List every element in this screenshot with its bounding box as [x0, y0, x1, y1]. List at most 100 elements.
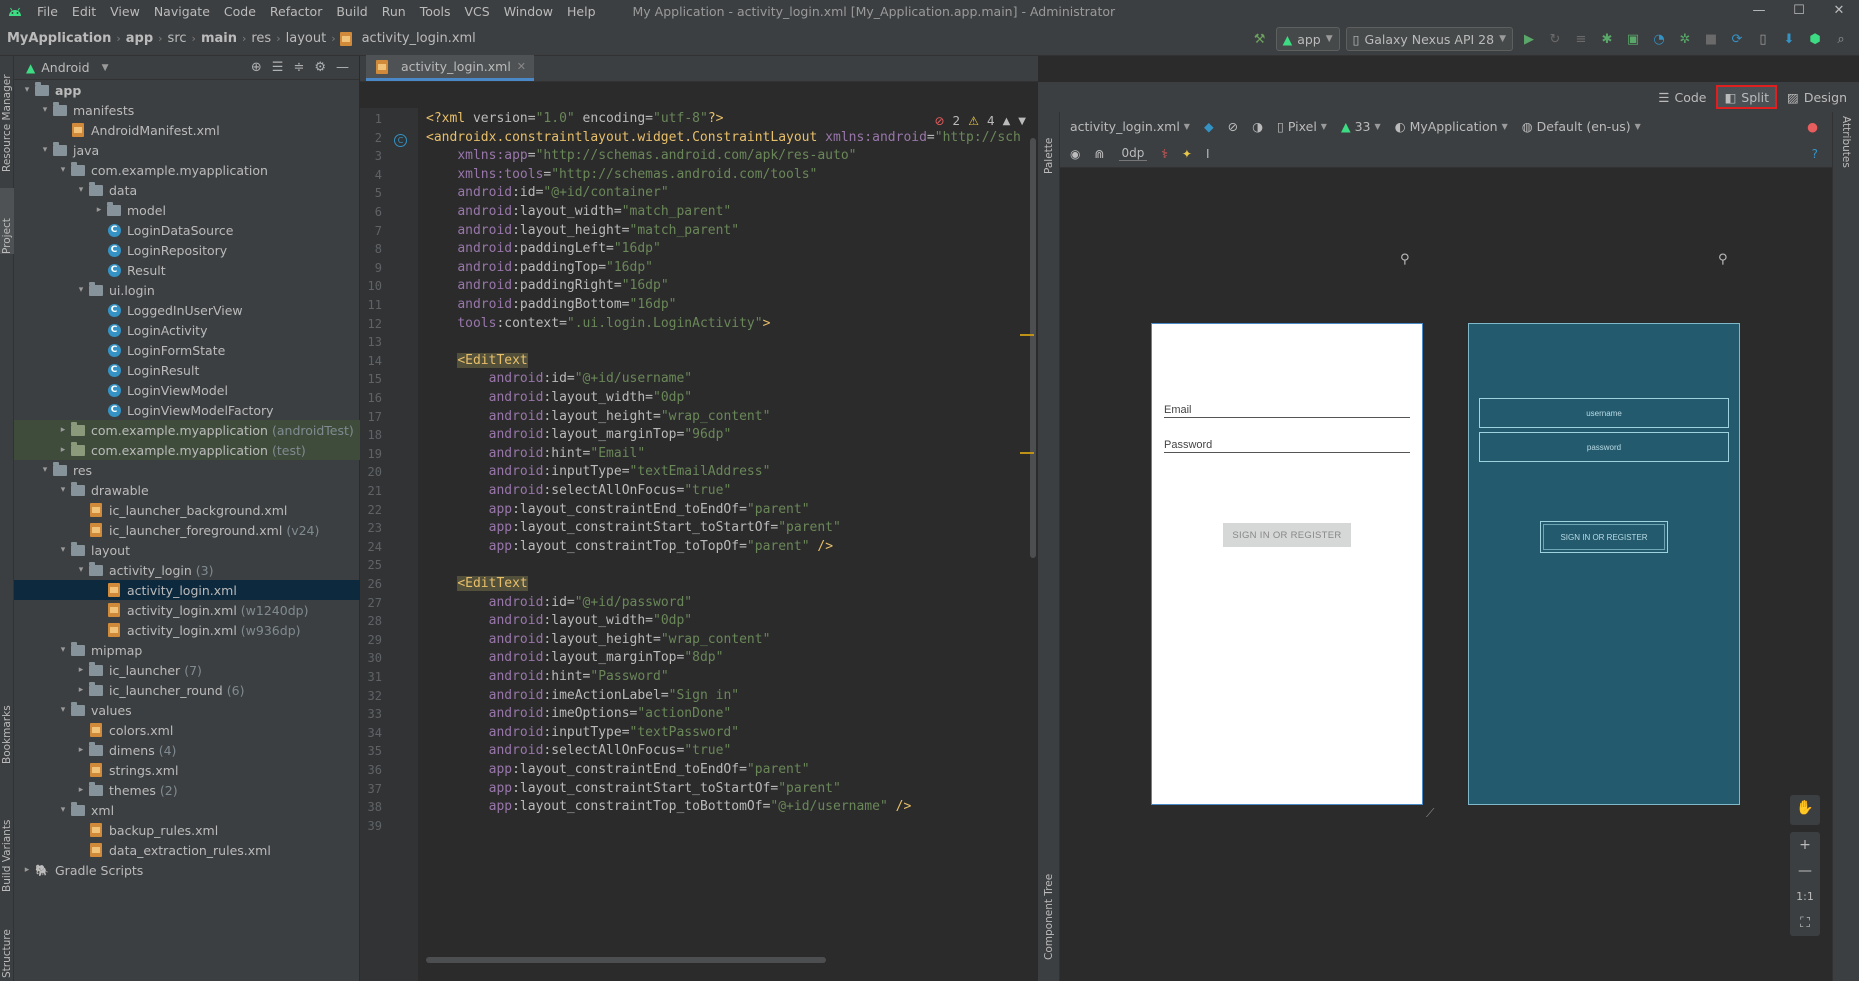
blueprint-username-field[interactable]: username	[1479, 398, 1729, 428]
tree-row[interactable]: ▾ layout	[14, 540, 360, 560]
pin-icon[interactable]: ⚲	[1718, 252, 1728, 267]
design-preview[interactable]: Email Password SIGN IN OR REGISTER	[1151, 323, 1423, 805]
tree-row[interactable]: data_extraction_rules.xml	[14, 840, 360, 860]
run-icon[interactable]: ▶	[1519, 29, 1539, 49]
email-field[interactable]: Email	[1164, 404, 1410, 418]
tree-row[interactable]: C LoginViewModel	[14, 380, 360, 400]
sync-gradle-icon[interactable]: ⟳	[1727, 29, 1747, 49]
zoom-in-button[interactable]: +	[1799, 832, 1811, 858]
chevron-right-icon[interactable]: ▸	[56, 425, 70, 435]
palette-tab[interactable]: Palette	[1042, 118, 1056, 174]
tree-row[interactable]: ▾ mipmap	[14, 640, 360, 660]
tree-row[interactable]: colors.xml	[14, 720, 360, 740]
menu-help[interactable]: Help	[560, 4, 603, 19]
menu-refactor[interactable]: Refactor	[263, 4, 329, 19]
eye-icon[interactable]: ◉	[1070, 147, 1080, 161]
warning-marker[interactable]	[1020, 334, 1034, 336]
tree-row[interactable]: C LoginResult	[14, 360, 360, 380]
chevron-up-icon[interactable]: ▲	[1003, 116, 1011, 127]
breadcrumb-module[interactable]: app	[123, 31, 156, 46]
horizontal-scrollbar[interactable]	[426, 957, 826, 963]
magnet-icon[interactable]: ⋒	[1094, 147, 1104, 161]
breadcrumb-src[interactable]: src	[165, 31, 190, 46]
breadcrumb-res[interactable]: res	[248, 31, 274, 46]
sdk-manager-icon[interactable]: ⬇	[1779, 29, 1799, 49]
resource-manager-tab[interactable]: Resource Manager	[0, 60, 14, 172]
sdk-icon[interactable]: ⬢	[1805, 29, 1825, 49]
tree-row[interactable]: C LoginFormState	[14, 340, 360, 360]
chevron-right-icon[interactable]: ▸	[92, 205, 106, 215]
menu-window[interactable]: Window	[497, 4, 560, 19]
chevron-right-icon[interactable]: ▸	[56, 445, 70, 455]
scrollbar-thumb[interactable]	[1030, 138, 1036, 558]
pin-icon[interactable]: ⚲	[1400, 252, 1410, 267]
tree-row[interactable]: ▾ drawable	[14, 480, 360, 500]
expand-all-icon[interactable]: ☰	[272, 60, 284, 75]
tree-row[interactable]: ▾ activity_login (3)	[14, 560, 360, 580]
run-config-select[interactable]: ▲ app ▼	[1275, 27, 1340, 51]
tree-row[interactable]: ▸ 🐘 Gradle Scripts	[14, 860, 360, 880]
attach-debugger-icon[interactable]: ✲	[1675, 29, 1695, 49]
tree-row[interactable]: ▾ java	[14, 140, 360, 160]
chevron-right-icon[interactable]: ▸	[74, 685, 88, 695]
orientation-icon[interactable]: ⊘	[1228, 119, 1238, 134]
stop-icon[interactable]: ■	[1701, 29, 1721, 49]
api-level-select[interactable]: ▲ 33 ▼	[1341, 119, 1381, 134]
locale-select[interactable]: ◍ Default (en-us) ▼	[1522, 119, 1641, 134]
close-window-button[interactable]: ✕	[1819, 0, 1859, 22]
tree-row[interactable]: ▾ ui.login	[14, 280, 360, 300]
default-margin-field[interactable]: 0dp	[1118, 146, 1148, 161]
code-view-button[interactable]: ☰ Code	[1652, 85, 1712, 109]
chevron-down-icon[interactable]: ▾	[38, 465, 52, 475]
error-icon[interactable]: ●	[1807, 119, 1818, 134]
chevron-down-icon[interactable]: ▾	[74, 565, 88, 575]
tree-row[interactable]: ic_launcher_foreground.xml (v24)	[14, 520, 360, 540]
device-manager-icon[interactable]: ▯	[1753, 29, 1773, 49]
coverage-icon[interactable]: ▣	[1623, 29, 1643, 49]
tree-row[interactable]: C LoggedInUserView	[14, 300, 360, 320]
apply-changes-icon[interactable]: ≡	[1571, 29, 1591, 49]
menu-tools[interactable]: Tools	[413, 4, 458, 19]
tree-row[interactable]: ▸ dimens (4)	[14, 740, 360, 760]
layers-icon[interactable]: ◆	[1204, 119, 1214, 134]
maximize-button[interactable]: ☐	[1779, 0, 1819, 22]
zoom-to-fit-icon[interactable]: ⛶	[1800, 910, 1810, 936]
tree-row[interactable]: strings.xml	[14, 760, 360, 780]
chevron-down-icon[interactable]: ▾	[56, 485, 70, 495]
password-field[interactable]: Password	[1164, 439, 1410, 453]
menu-build[interactable]: Build	[329, 4, 374, 19]
hand-icon[interactable]: ✋	[1796, 795, 1813, 821]
chevron-down-icon[interactable]: ▼	[102, 63, 109, 73]
tree-row[interactable]: C LoginRepository	[14, 240, 360, 260]
hammer-icon[interactable]: ⚒	[1250, 29, 1270, 49]
chevron-down-icon[interactable]: ▾	[38, 145, 52, 155]
device-preview-select[interactable]: ▯ Pixel ▼	[1277, 119, 1327, 134]
sign-in-button[interactable]: SIGN IN OR REGISTER	[1223, 523, 1351, 547]
chevron-down-icon[interactable]: ▾	[20, 85, 34, 95]
breadcrumb-file[interactable]: activity_login.xml	[359, 31, 479, 46]
collapse-all-icon[interactable]: ≑	[293, 60, 304, 75]
tree-row[interactable]: ic_launcher_background.xml	[14, 500, 360, 520]
menu-vcs[interactable]: VCS	[458, 4, 497, 19]
tree-row[interactable]: ▾ xml	[14, 800, 360, 820]
tree-row[interactable]: ▸ ic_launcher (7)	[14, 660, 360, 680]
chevron-down-icon[interactable]: ▾	[56, 545, 70, 555]
chevron-right-icon[interactable]: ▸	[74, 665, 88, 675]
menu-navigate[interactable]: Navigate	[147, 4, 217, 19]
minimize-button[interactable]: —	[1739, 0, 1779, 22]
warning-marker[interactable]	[1020, 452, 1034, 454]
night-mode-icon[interactable]: ◑	[1252, 119, 1263, 134]
bookmarks-tab[interactable]: Bookmarks	[0, 692, 14, 764]
tree-row[interactable]: activity_login.xml (w936dp)	[14, 620, 360, 640]
tree-row[interactable]: C Result	[14, 260, 360, 280]
chevron-right-icon[interactable]: ▸	[74, 745, 88, 755]
code-area[interactable]: <?xml version="1.0" encoding="utf-8"?> <a…	[426, 108, 1026, 981]
help-icon[interactable]: ?	[1812, 147, 1818, 161]
chevron-right-icon[interactable]: ▸	[20, 865, 34, 875]
infer-constraints-icon[interactable]: ✦	[1182, 147, 1192, 161]
tree-row[interactable]: C LoginActivity	[14, 320, 360, 340]
attributes-tab[interactable]: Attributes	[1839, 116, 1853, 196]
menu-view[interactable]: View	[103, 4, 147, 19]
breadcrumb-main[interactable]: main	[198, 31, 240, 46]
component-tree-tab[interactable]: Component Tree	[1042, 842, 1056, 960]
